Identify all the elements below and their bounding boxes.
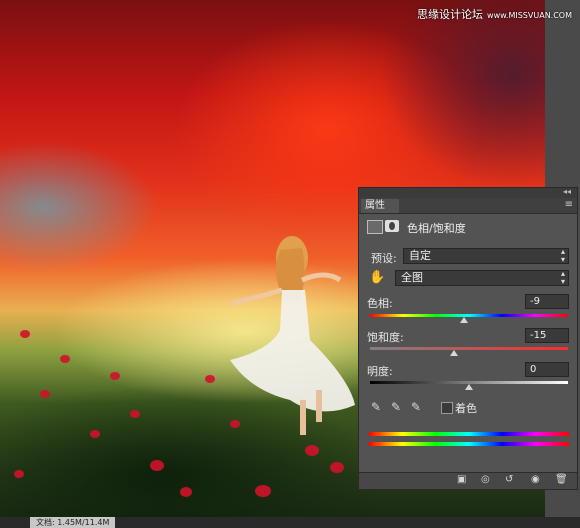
layer-mask-icon[interactable] <box>385 220 399 232</box>
poppy-flower <box>255 485 271 497</box>
hue-input[interactable]: -9 <box>525 294 569 309</box>
panel-topbar: ◂◂ <box>359 187 577 198</box>
saturation-input[interactable]: -15 <box>525 328 569 343</box>
poppy-flower <box>305 445 319 456</box>
eyedropper-icon[interactable]: ✎ <box>371 400 381 414</box>
adjustment-layer-icon[interactable] <box>367 220 383 234</box>
output-spectrum-bar <box>369 442 569 446</box>
tools-row: ✎ ✎ ✎ 着色 <box>369 400 569 416</box>
poppy-flower <box>60 355 70 363</box>
trash-icon[interactable]: 🗑 <box>555 474 568 485</box>
hue-label: 色相: <box>367 297 393 310</box>
panel-menu-icon[interactable]: ≡ <box>565 199 573 210</box>
watermark-text: 思缘设计论坛 <box>417 8 484 21</box>
saturation-slider-thumb[interactable] <box>450 350 459 356</box>
poppy-flower <box>110 372 120 380</box>
colorize-checkbox[interactable] <box>441 402 453 414</box>
dropdown-arrows-icon: ▴ ▾ <box>560 269 565 286</box>
saturation-label: 饱和度: <box>367 331 404 344</box>
eyedropper-plus-icon[interactable]: ✎ <box>391 400 401 414</box>
channel-row: ✋ 全图 ▴ ▾ <box>367 270 571 288</box>
adjustment-header: 色相/饱和度 <box>365 218 573 238</box>
double-chevron-right-icon[interactable]: ◂◂ <box>563 187 571 196</box>
poppy-flower <box>90 430 100 438</box>
channel-dropdown[interactable]: 全图 ▴ ▾ <box>395 270 569 286</box>
poppy-flower <box>40 390 50 398</box>
dropdown-arrows-icon: ▴ ▾ <box>560 247 565 264</box>
eyedropper-minus-icon[interactable]: ✎ <box>411 400 421 414</box>
poppy-flower <box>205 375 215 383</box>
poppy-flower <box>180 487 192 497</box>
preset-dropdown[interactable]: 自定 ▴ ▾ <box>403 248 569 264</box>
dancing-woman-figure <box>230 236 355 435</box>
poppy-flower <box>330 462 344 473</box>
hue-slider-track[interactable] <box>370 314 568 317</box>
panel-tabbar: 属性 ≡ <box>359 198 577 214</box>
targeted-adjustment-hand-icon[interactable]: ✋ <box>369 270 385 285</box>
poppy-flower <box>20 330 30 338</box>
panel-title: 色相/饱和度 <box>407 222 466 235</box>
properties-panel: ◂◂ 属性 ≡ 色相/饱和度 预设: 自定 ▴ ▾ ✋ 全图 ▴ ▾ 色相: -9 … <box>358 187 578 490</box>
reset-icon[interactable]: ↺ <box>505 474 513 485</box>
site-watermark: 思缘设计论坛 www.MISSVUAN.COM <box>417 6 572 22</box>
view-previous-icon[interactable]: ◎ <box>481 474 490 485</box>
poppy-flower <box>150 460 164 471</box>
document-size-status: 文档: 1.45M/11.4M <box>30 517 116 528</box>
poppy-flower <box>230 420 240 428</box>
watermark-site: www.MISSVUAN.COM <box>487 11 572 20</box>
lightness-slider-thumb[interactable] <box>465 384 473 390</box>
channel-value: 全图 <box>401 271 423 284</box>
lightness-input[interactable]: 0 <box>525 362 569 377</box>
tab-properties[interactable]: 属性 <box>361 199 399 213</box>
preset-value: 自定 <box>409 249 431 262</box>
poppy-flower <box>130 410 140 418</box>
lightness-label: 明度: <box>367 365 393 378</box>
hue-slider-thumb[interactable] <box>460 317 469 323</box>
status-bar: 文档: 1.45M/11.4M <box>0 517 580 528</box>
eye-icon[interactable]: ◉ <box>531 474 540 485</box>
sky-shadow <box>380 0 545 190</box>
input-spectrum-bar <box>369 432 569 436</box>
poppy-flower <box>14 470 24 478</box>
panel-bottom-bar: ▣ ◎ ↺ ◉ 🗑 <box>359 472 577 489</box>
clip-to-layer-icon[interactable]: ▣ <box>457 474 466 485</box>
colorize-label: 着色 <box>455 402 477 415</box>
preset-label: 预设: <box>371 252 397 265</box>
preset-row: 预设: 自定 ▴ ▾ <box>367 248 571 266</box>
saturation-slider-track[interactable] <box>370 347 568 350</box>
